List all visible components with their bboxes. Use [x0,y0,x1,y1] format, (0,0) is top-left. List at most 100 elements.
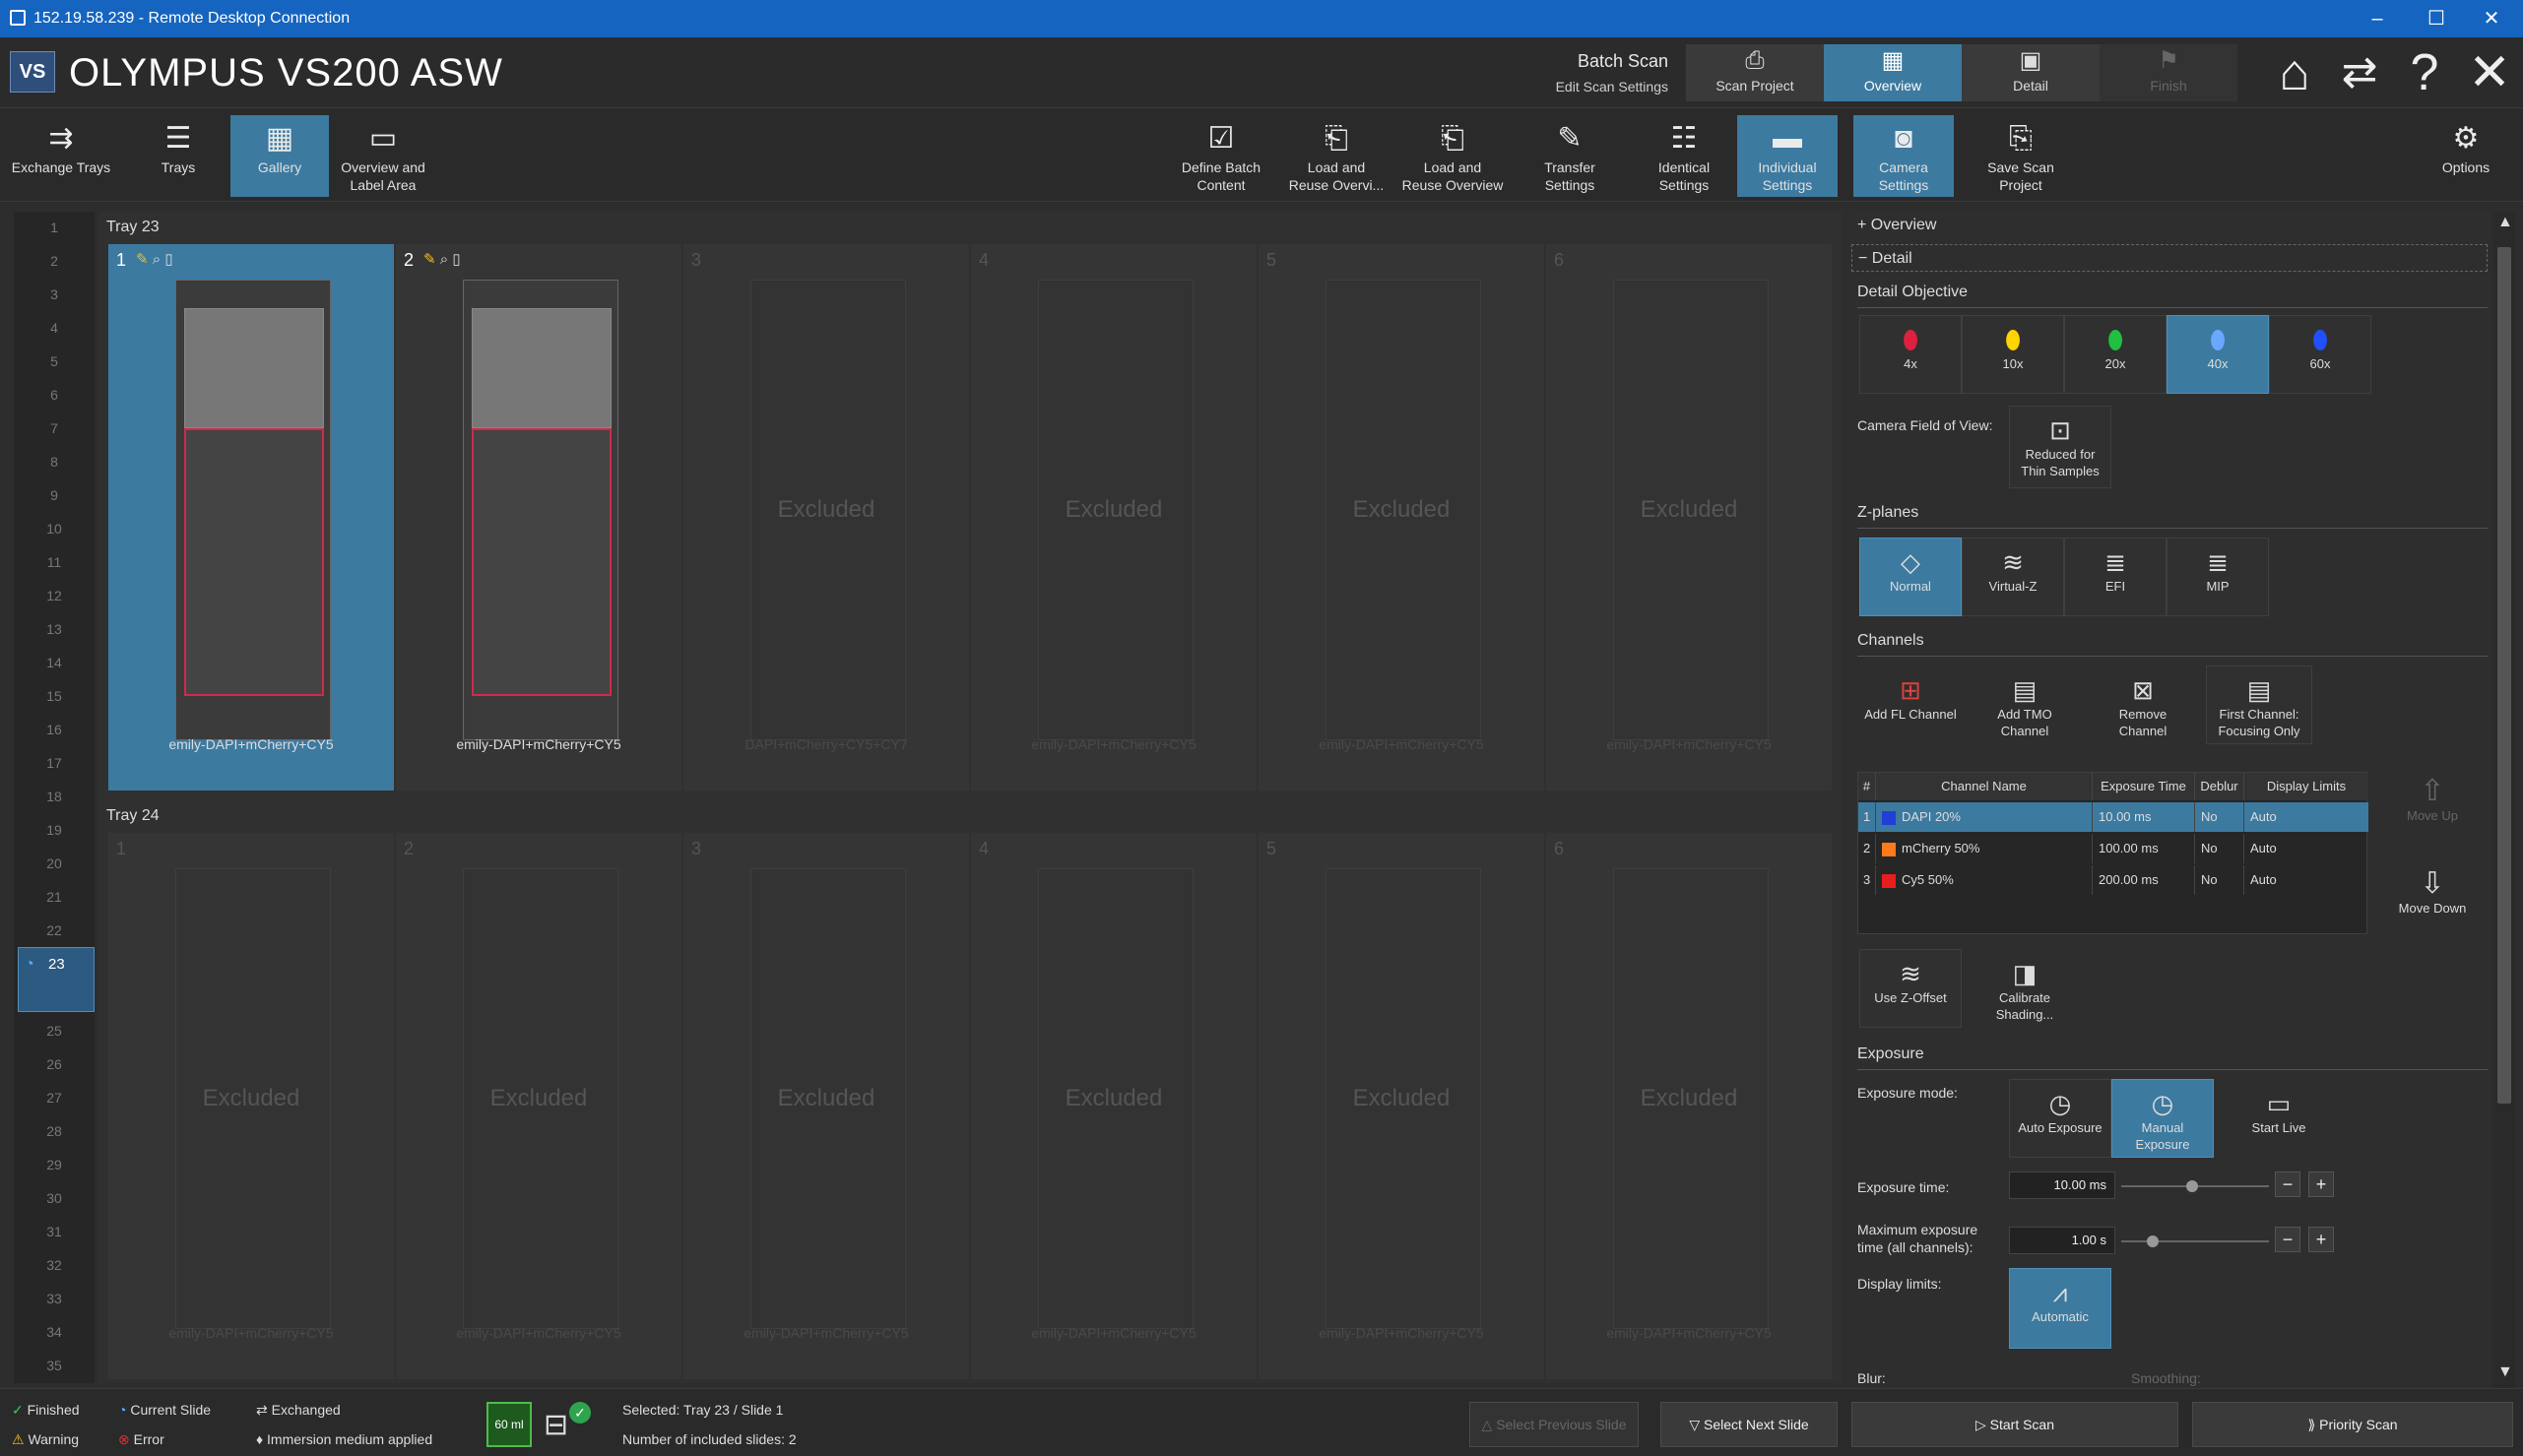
exposure-time-slider[interactable] [2121,1180,2269,1192]
transfer-settings-button[interactable]: ✎ Transfer Settings [1520,115,1619,197]
row-number: 16 [46,722,62,737]
slide-label: emily-DAPI+mCherry+CY5 [1319,1325,1484,1341]
fov-icon: ⊡ [2049,415,2071,445]
current-row-marker[interactable]: ◔ 23 [18,947,95,1012]
detail-section-toggle[interactable]: − Detail [1851,244,2488,272]
max-exposure-slider-knob[interactable] [2147,1235,2159,1247]
add-fl-channel-button[interactable]: ⊞ Add FL Channel [1859,665,1962,744]
maximize-button[interactable]: ☐ [2417,6,2456,32]
max-exposure-input[interactable]: 1.00 s [2009,1227,2115,1254]
max-exposure-slider[interactable] [2121,1235,2269,1247]
slide-slot[interactable]: 1 Excluded emily-DAPI+mCherry+CY5 [108,833,394,1379]
slide-slot[interactable]: 4 Excluded emily-DAPI+mCherry+CY5 [971,833,1257,1379]
overview-label-area-button[interactable]: ▭ Overview and Label Area [331,115,435,197]
channel-row[interactable]: 1 DAPI 20% 10.00 ms No Auto [1858,802,2368,832]
slide-slot[interactable]: 5 Excluded emily-DAPI+mCherry+CY5 [1259,833,1544,1379]
objective-10x[interactable]: ⬮ 10x [1962,315,2064,394]
objective-4x[interactable]: ⬮ 4x [1859,315,1962,394]
remove-channel-button[interactable]: ⊠ Remove Channel [2092,665,2194,744]
slide-slot[interactable]: 3 Excluded DAPI+mCherry+CY5+CY7 [683,244,969,791]
workflow-scan-project[interactable]: ⎙ Scan Project [1686,44,1824,101]
excluded-text: Excluded [1352,1085,1451,1111]
gallery-button[interactable]: ▦ Gallery [230,115,329,197]
zplane-virtual-z[interactable]: ≋ Virtual-Z [1962,538,2064,616]
warning-icon: ⚠ [12,1431,25,1447]
channel-table: # Channel Name Exposure Time Deblur Disp… [1857,772,2368,934]
row-number: 15 [46,688,62,704]
load-icon-2: ⎗ [1441,122,1464,155]
max-exposure-minus-button[interactable]: − [2275,1227,2300,1252]
max-exposure-plus-button[interactable]: + [2308,1227,2334,1252]
trays-button[interactable]: ☰ Trays [128,115,228,197]
glass-slide[interactable] [463,280,618,740]
define-batch-content-button[interactable]: ☑ Define Batch Content [1172,115,1270,197]
overview-section-toggle[interactable]: + Overview [1857,217,1936,234]
zplane-mip[interactable]: ≣ MIP [2167,538,2269,616]
add-tmo-channel-button[interactable]: ▤ Add TMO Channel [1973,665,2076,744]
channel-row[interactable]: 2 mCherry 50% 100.00 ms No Auto [1858,834,2368,863]
options-button[interactable]: ⚙ Options [2417,115,2515,197]
move-up-button[interactable]: ⇧ Move Up [2391,774,2474,823]
slide-slot[interactable]: 2 ✎ ⌕ ▯ emily-DAPI+mCherry+CY5 [396,244,681,791]
first-channel-focusing-button[interactable]: ▤ First Channel: Focusing Only [2206,665,2312,744]
slide-slot[interactable]: 3 Excluded emily-DAPI+mCherry+CY5 [683,833,969,1379]
panel-scrollbar[interactable]: ▲ ▼ [2493,212,2515,1388]
row-number: 29 [46,1157,62,1172]
auto-exposure-button[interactable]: ◷ Auto Exposure [2009,1079,2111,1158]
start-scan-button[interactable]: ▷ Start Scan [1851,1402,2178,1447]
close-window-button[interactable]: ✕ [2472,6,2511,32]
slot-number: 3 [691,250,702,270]
exposure-time-input[interactable]: 10.00 ms [2009,1171,2115,1199]
use-z-offset-button[interactable]: ≋ Use Z-Offset [1859,949,1962,1028]
slide-slot[interactable]: 6 Excluded emily-DAPI+mCherry+CY5 [1546,833,1832,1379]
objective-60x[interactable]: ⬮ 60x [2269,315,2371,394]
swap-icon[interactable]: ⇄ [2330,43,2389,102]
scroll-down-icon[interactable]: ▼ [2497,1363,2513,1381]
scroll-up-icon[interactable]: ▲ [2497,214,2513,231]
load-reuse-overview-1-button[interactable]: ⎗ Load and Reuse Overvi... [1284,115,1389,197]
scan-area[interactable] [184,428,324,696]
select-previous-slide-button[interactable]: △ Select Previous Slide [1469,1402,1639,1447]
objective-20x[interactable]: ⬮ 20x [2064,315,2167,394]
minimize-button[interactable]: – [2358,6,2397,32]
slide-slot[interactable]: 5 Excluded emily-DAPI+mCherry+CY5 [1259,244,1544,791]
save-scan-project-button[interactable]: ⎘ Save Scan Project [1970,115,2072,197]
move-down-button[interactable]: ⇩ Move Down [2391,866,2474,916]
exchange-trays-button[interactable]: ⇉ Exchange Trays [10,115,112,197]
workflow-overview[interactable]: ▦ Overview [1824,44,1962,101]
manual-exposure-button[interactable]: ◷ Manual Exposure [2111,1079,2214,1158]
close-app-icon[interactable]: ✕ [2460,43,2519,102]
workflow-detail[interactable]: ▣ Detail [1962,44,2100,101]
home-icon[interactable]: ⌂ [2265,43,2324,102]
help-icon[interactable]: ? [2395,43,2454,102]
objective-lightblue-icon: ⬮ [2209,325,2227,354]
col-deblur: Deblur [2195,773,2244,800]
glass-slide[interactable] [175,280,331,740]
exposure-slider-knob[interactable] [2186,1180,2198,1192]
load-reuse-overview-2-button[interactable]: ⎗ Load and Reuse Overview [1398,115,1507,197]
zplane-efi[interactable]: ≣ EFI [2064,538,2167,616]
camera-settings-button[interactable]: ◙ Camera Settings [1853,115,1954,197]
reduced-thin-samples-button[interactable]: ⊡ Reduced for Thin Samples [2009,406,2111,488]
priority-scan-button[interactable]: ⟫ Priority Scan [2192,1402,2513,1447]
channel-row[interactable]: 3 Cy5 50% 200.00 ms No Auto [1858,865,2368,895]
row-number: 8 [50,454,58,470]
start-live-button[interactable]: ▭ Start Live [2228,1079,2330,1158]
zplane-normal[interactable]: ◇ Normal [1859,538,1962,616]
individual-settings-button[interactable]: ▬ Individual Settings [1737,115,1838,197]
exposure-minus-button[interactable]: − [2275,1171,2300,1197]
magnifier-icon: ⌕ [152,251,162,268]
exposure-plus-button[interactable]: + [2308,1171,2334,1197]
slide-slot[interactable]: 1 ✎ ⌕ ▯ emily-DAPI+mCherry+CY5 [108,244,394,791]
calibrate-shading-button[interactable]: ◨ Calibrate Shading... [1973,949,2076,1028]
automatic-limits-button[interactable]: ⩘ Automatic [2009,1268,2111,1349]
scan-area[interactable] [472,428,612,696]
objective-40x[interactable]: ⬮ 40x [2167,315,2269,394]
slide-slot[interactable]: 2 Excluded emily-DAPI+mCherry+CY5 [396,833,681,1379]
select-next-slide-button[interactable]: ▽ Select Next Slide [1660,1402,1838,1447]
slide-slot[interactable]: 4 Excluded emily-DAPI+mCherry+CY5 [971,244,1257,791]
channel-deblur: No [2195,865,2244,895]
scroll-thumb[interactable] [2497,247,2511,1104]
identical-settings-button[interactable]: ☷ Identical Settings [1635,115,1733,197]
slide-slot[interactable]: 6 Excluded emily-DAPI+mCherry+CY5 [1546,244,1832,791]
